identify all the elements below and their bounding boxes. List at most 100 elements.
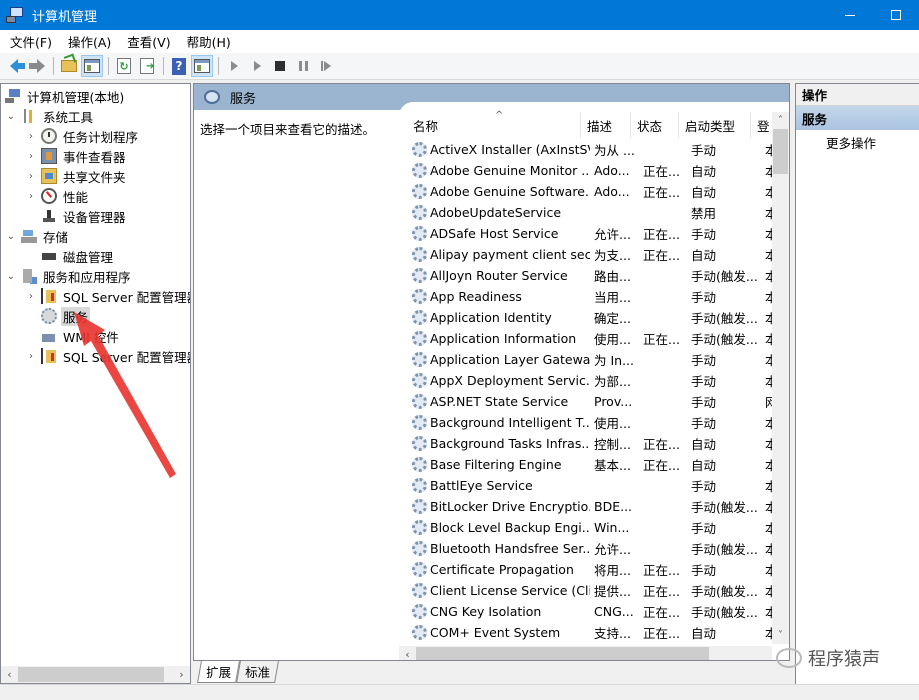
list-vertical-scrollbar[interactable]: ˄ ˅ [772, 112, 789, 644]
menu-help[interactable]: 帮助(H) [181, 32, 237, 51]
list-horizontal-scrollbar[interactable]: ‹ [399, 646, 772, 660]
service-row[interactable]: ActiveX Installer (AxInstSV)为从 ...手动本 [399, 139, 775, 160]
tree-node-sql-server-config-1[interactable]: › SQL Server 配置管理器 [25, 286, 190, 306]
scroll-down-icon[interactable]: ˅ [772, 627, 789, 644]
tree-node-performance[interactable]: › 性能 [25, 186, 90, 206]
service-row[interactable]: Block Level Backup Engi...Win...手动本 [399, 517, 775, 538]
tree-node-wmi-control[interactable]: WMI 控件 [25, 326, 121, 346]
pause-service-button[interactable] [292, 55, 314, 77]
tab-extended[interactable]: 扩展 [197, 661, 240, 683]
service-gear-icon [412, 268, 427, 283]
show-hide-action-pane-button[interactable] [191, 55, 213, 77]
service-startup-type: 手动(触发... [691, 542, 758, 557]
tree-node-sql-server-config-2[interactable]: › SQL Server 配置管理器 [25, 346, 190, 366]
collapse-icon[interactable]: ⌄ [5, 111, 17, 122]
scrollbar-thumb[interactable] [18, 667, 164, 682]
expand-icon[interactable]: › [25, 171, 37, 182]
tree-node-services-and-applications[interactable]: ⌄ 服务和应用程序 [5, 266, 133, 286]
expand-icon[interactable]: › [25, 351, 37, 362]
actions-group-services[interactable]: 服务 [796, 106, 919, 130]
service-row[interactable]: CNG Key IsolationCNG...正在...手动(触发...本 [399, 601, 775, 622]
service-startup-type: 手动(触发... [691, 584, 758, 599]
collapse-icon[interactable]: ⌄ [5, 231, 17, 242]
expand-icon[interactable]: › [25, 291, 37, 302]
service-status: 正在... [643, 584, 680, 599]
service-row[interactable]: Certificate Propagation将用...正在...手动本 [399, 559, 775, 580]
service-description: 将用... [594, 563, 631, 578]
service-row[interactable]: COM+ Event System支持...正在...自动本 [399, 622, 775, 643]
service-row[interactable]: Alipay payment client sec... 为支... 正在... 自动… [399, 244, 775, 265]
service-row[interactable]: BitLocker Drive Encryptio... BDE... 手动(触发.… [399, 496, 775, 517]
back-button[interactable] [3, 55, 25, 77]
resume-service-button[interactable] [315, 55, 337, 77]
show-hide-tree-button[interactable] [81, 55, 103, 77]
start-service-button[interactable] [223, 55, 245, 77]
minimize-button[interactable] [827, 0, 873, 30]
tree-node-services[interactable]: 服务 [25, 306, 91, 326]
service-row[interactable]: ASP.NET State ServiceProv...手动网 [399, 391, 775, 412]
scroll-right-icon[interactable]: › [173, 666, 190, 683]
export-list-button[interactable] [136, 55, 158, 77]
refresh-button[interactable]: ↻ [113, 55, 135, 77]
service-row[interactable]: Application Identity确定...手动(触发...本 [399, 307, 775, 328]
service-row[interactable]: ADSafe Host Service允许...正在...手动本 [399, 223, 775, 244]
start-service-alt-button[interactable] [246, 55, 268, 77]
scrollbar-thumb[interactable] [773, 129, 788, 174]
service-row[interactable]: Adobe Genuine Monitor ...Ado...正在...自动本 [399, 160, 775, 181]
scroll-up-icon[interactable]: ˄ [772, 112, 789, 129]
stop-service-button[interactable] [269, 55, 291, 77]
service-row[interactable]: Application Information 使用... 正在... 手动(触发..… [399, 328, 775, 349]
start-service-alt-icon [253, 61, 261, 71]
menu-file[interactable]: 文件(F) [4, 32, 58, 51]
column-header-description[interactable]: 描述 [581, 112, 631, 138]
service-row[interactable]: BattlEye Service手动本 [399, 475, 775, 496]
service-row[interactable]: Client License Service (Cli... 提供... 正在...… [399, 580, 775, 601]
tree-node-task-scheduler[interactable]: › 任务计划程序 [25, 126, 140, 146]
tab-standard[interactable]: 标准 [236, 661, 279, 683]
scroll-left-icon[interactable]: ‹ [399, 646, 416, 660]
tree-horizontal-scrollbar[interactable]: ‹ › [1, 666, 190, 683]
tree-node-event-viewer[interactable]: › 事件查看器 [25, 146, 128, 166]
scrollbar-thumb[interactable] [416, 647, 709, 660]
service-name: Background Intelligent T... [430, 415, 590, 430]
service-description: Win... [594, 520, 630, 535]
tree-node-storage[interactable]: ⌄ 存储 [5, 226, 70, 246]
service-startup-type: 手动 [691, 563, 717, 578]
column-header-logon-as[interactable]: 登 [751, 112, 769, 138]
tree-root[interactable]: 计算机管理(本地) [5, 86, 126, 106]
column-header-status[interactable]: 状态 [631, 112, 679, 138]
expand-icon[interactable]: › [25, 151, 37, 162]
tree-node-device-manager[interactable]: 设备管理器 [25, 206, 128, 226]
service-row[interactable]: App Readiness当用...手动本 [399, 286, 775, 307]
service-row[interactable]: Background Intelligent T...使用...手动本 [399, 412, 775, 433]
tree-node-system-tools[interactable]: ⌄ 系统工具 [5, 106, 95, 126]
service-row[interactable]: Bluetooth Handsfree Ser...允许...手动(触发...本 [399, 538, 775, 559]
service-row[interactable]: Background Tasks Infras...控制...正在...自动本 [399, 433, 775, 454]
column-header-name[interactable]: 名称 [399, 112, 581, 138]
column-header-startup-type[interactable]: 启动类型 [679, 112, 751, 138]
service-row[interactable]: Base Filtering Engine基本...正在...自动本 [399, 454, 775, 475]
service-row[interactable]: AppX Deployment Servic...为部...手动本 [399, 370, 775, 391]
expand-icon[interactable]: › [25, 191, 37, 202]
help-button[interactable]: ? [168, 55, 190, 77]
service-row[interactable]: AllJoyn Router Service路由...手动(触发...本 [399, 265, 775, 286]
forward-button[interactable] [26, 55, 48, 77]
service-description: 允许... [594, 542, 631, 557]
service-row[interactable]: Application Layer Gatewa...为 In...手动本 [399, 349, 775, 370]
maximize-button[interactable] [873, 0, 919, 30]
menu-view[interactable]: 查看(V) [121, 32, 176, 51]
expand-icon[interactable]: › [25, 131, 37, 142]
up-folder-button[interactable] [58, 55, 80, 77]
tree-node-disk-management[interactable]: 磁盘管理 [25, 246, 115, 266]
service-row[interactable]: AdobeUpdateService禁用本 [399, 202, 775, 223]
service-gear-icon [412, 541, 427, 556]
tree-node-shared-folders[interactable]: › 共享文件夹 [25, 166, 128, 186]
collapse-icon[interactable]: ⌄ [5, 271, 17, 282]
scroll-left-icon[interactable]: ‹ [1, 666, 18, 683]
computer-icon [5, 88, 21, 104]
service-name: CNG Key Isolation [430, 604, 542, 619]
service-status: 正在... [643, 164, 680, 179]
service-row[interactable]: Adobe Genuine Software...Ado...正在...自动本 [399, 181, 775, 202]
action-more-actions[interactable]: 更多操作 [796, 130, 919, 154]
menu-action[interactable]: 操作(A) [62, 32, 117, 51]
